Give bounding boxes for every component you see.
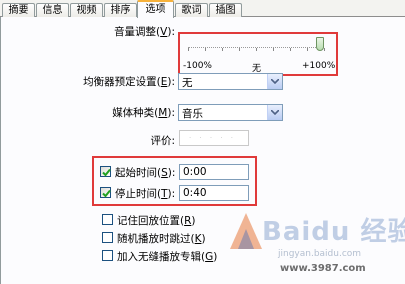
skip-shuffle-checkbox[interactable] [102,232,113,243]
volume-label: 音量调整(V): [114,26,175,38]
equalizer-value: 无 [182,77,193,89]
slider-tick [239,48,240,51]
tab-label: 插图 [215,5,236,16]
equalizer-label: 均衡器预定设置(E): [83,76,175,88]
slider-tick [307,48,308,51]
rating-label: 评价: [150,135,175,147]
slider-tick [256,48,257,51]
remember-position-label: 记住回放位置(R) [117,215,196,227]
tab-label: 排序 [110,5,131,16]
media-kind-select[interactable]: 音乐 [178,104,283,121]
volume-scale-max: +100% [302,61,336,71]
gapless-album-label: 加入无缝播放专辑(G) [117,251,218,263]
start-time-checkbox[interactable] [100,166,111,177]
tab-info[interactable]: 信息 [36,3,69,18]
tab-strip: 摘要 信息 视频 排序 选项 歌词 插图 [0,0,405,18]
slider-tick [205,48,206,51]
rating-field[interactable]: · · · · · [179,130,249,146]
tab-label: 摘要 [8,5,29,16]
time-highlight: 起始时间(S): 0:00 停止时间(T): 0:40 [92,156,257,206]
start-time-label: 起始时间(S): [115,167,176,179]
volume-slider-thumb[interactable] [316,37,324,51]
stop-time-label: 停止时间(T): [115,188,176,200]
stop-time-checkbox[interactable] [100,187,111,198]
remember-position-checkbox[interactable] [102,214,113,225]
tab-summary[interactable]: 摘要 [2,3,35,18]
gapless-album-checkbox[interactable] [102,250,113,261]
skip-shuffle-label: 随机播放时跳过(K) [117,233,206,245]
tab-artwork[interactable]: 插图 [209,3,242,18]
tab-label: 歌词 [181,5,202,16]
stop-time-field[interactable]: 0:40 [179,185,249,201]
chevron-down-icon[interactable] [267,74,282,89]
equalizer-select[interactable]: 无 [178,73,283,90]
options-panel: 音量调整(V): -100% 无 +100% 均衡器预定设置(E): 无 媒体种… [0,17,405,284]
volume-highlight: -100% 无 +100% [178,32,338,76]
media-kind-value: 音乐 [182,108,203,120]
chevron-down-icon[interactable] [267,105,282,120]
start-time-field[interactable]: 0:00 [179,164,249,180]
tab-label: 选项 [145,4,166,15]
tab-label: 视频 [76,5,97,16]
slider-tick [324,48,325,51]
slider-tick [273,48,274,51]
tab-video[interactable]: 视频 [70,3,103,18]
tab-lyrics[interactable]: 歌词 [175,3,208,18]
slider-tick [188,48,189,51]
tab-sort[interactable]: 排序 [104,3,137,18]
slider-tick [222,48,223,51]
tab-label: 信息 [42,5,63,16]
media-kind-label: 媒体种类(M): [112,107,175,119]
tab-options[interactable]: 选项 [137,0,174,18]
volume-scale-min: -100% [183,61,212,71]
slider-tick [290,48,291,51]
